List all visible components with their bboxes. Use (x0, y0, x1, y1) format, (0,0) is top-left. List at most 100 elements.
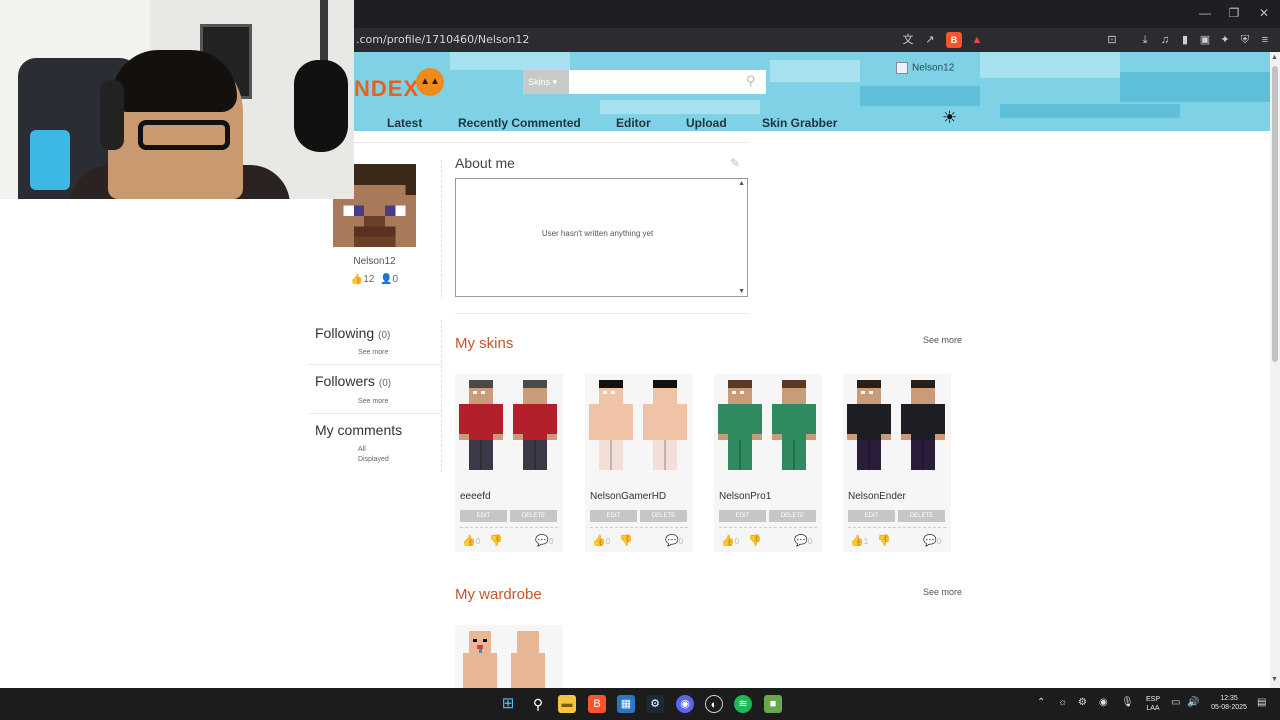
skin-delete-button[interactable]: DELETE (898, 510, 945, 522)
photos-icon[interactable]: ▦ (617, 695, 635, 713)
menu-icon[interactable]: ≡ (1257, 32, 1273, 48)
dislike-button[interactable]: 👎 (619, 534, 633, 547)
download-icon[interactable]: ⤓ (1137, 32, 1153, 48)
followers-heading[interactable]: Followers (0) (315, 373, 391, 389)
skin-preview[interactable] (714, 374, 822, 482)
brave-browser-icon[interactable]: B (588, 695, 606, 713)
ai-icon[interactable]: ✦ (1217, 32, 1233, 48)
edit-pencil-icon[interactable]: ✎ (730, 156, 740, 170)
discord-icon[interactable]: ◉ (676, 695, 694, 713)
followers-count-icon: 0 (392, 274, 399, 285)
dislike-button[interactable]: 👎 (489, 534, 503, 547)
like-button[interactable]: 👍0 (592, 534, 610, 547)
comments-button[interactable]: 💬0 (794, 534, 812, 547)
translate-icon[interactable]: 文 (900, 32, 916, 48)
dislike-button[interactable]: 👎 (877, 534, 891, 547)
nav-latest[interactable]: Latest (387, 116, 422, 130)
skin-preview[interactable] (585, 374, 693, 482)
nav-skin-grabber[interactable]: Skin Grabber (762, 116, 837, 130)
site-logo[interactable]: NDEX (354, 76, 419, 102)
my-skins-see-more[interactable]: See more (923, 335, 962, 345)
screenshot-icon[interactable]: ⊡ (1104, 32, 1120, 48)
start-windows-icon[interactable]: ⊞ (499, 695, 517, 713)
share-icon[interactable]: ↗ (922, 32, 938, 48)
close-icon[interactable]: ✕ (1249, 6, 1279, 20)
skin-edit-button[interactable]: EDIT (460, 510, 507, 522)
tray-overflow-icon[interactable]: ⌃ (1037, 697, 1045, 708)
network-icon[interactable]: ▭ (1171, 697, 1180, 708)
search-icon[interactable]: ⚲ (746, 73, 756, 89)
search-category-dropdown[interactable]: Skins ▾ (523, 70, 569, 94)
box-scroll-down-icon[interactable]: ▼ (738, 288, 745, 295)
pumpkin-logo-icon[interactable]: ▲▲ (416, 68, 444, 96)
wallet-icon[interactable]: ▣ (1197, 32, 1213, 48)
steam-icon[interactable]: ⚙ (646, 695, 664, 713)
tray-discord-icon[interactable]: ◉ (1099, 697, 1108, 708)
comments-filter-all[interactable]: All (358, 446, 366, 453)
vpn-shield-icon[interactable]: ⛨ (1237, 32, 1253, 48)
skin-preview[interactable] (843, 374, 951, 482)
like-button[interactable]: 👍1 (850, 534, 868, 547)
music-icon[interactable]: ♫ (1157, 32, 1173, 48)
about-me-box[interactable]: User hasn't written anything yet ▲ ▼ (455, 178, 748, 297)
nav-recently-commented[interactable]: Recently Commented (458, 116, 581, 130)
skin-name[interactable]: NelsonPro1 (719, 491, 771, 502)
nav-editor[interactable]: Editor (616, 116, 651, 130)
maximize-icon[interactable]: ❐ (1219, 6, 1249, 20)
comments-button[interactable]: 💬0 (535, 534, 553, 547)
skin-name[interactable]: NelsonGamerHD (590, 491, 666, 502)
brave-shield-icon[interactable]: B (946, 32, 962, 48)
minecraft-icon[interactable]: ■ (764, 695, 782, 713)
skin-card[interactable]: NelsonPro1 EDIT DELETE 👍0 👎 💬0 (714, 374, 822, 552)
obs-icon[interactable]: ◐ (705, 695, 723, 713)
skin-card[interactable]: NelsonGamerHD EDIT DELETE 👍0 👎 💬0 (585, 374, 693, 552)
skin-edit-button[interactable]: EDIT (590, 510, 637, 522)
skin-edit-button[interactable]: EDIT (719, 510, 766, 522)
following-see-more[interactable]: See more (358, 349, 388, 356)
skin-card[interactable]: eeeefd EDIT DELETE 👍0 👎 💬0 (455, 374, 563, 552)
comments-button[interactable]: 💬0 (923, 534, 941, 547)
tray-mic-icon[interactable]: 🎙 (1121, 697, 1134, 708)
theme-toggle-sun-icon[interactable]: ☀ (942, 108, 957, 128)
scroll-down-icon[interactable]: ▼ (1271, 676, 1278, 683)
wardrobe-skin-card[interactable] (455, 625, 563, 689)
skin-delete-button[interactable]: DELETE (510, 510, 557, 522)
user-menu[interactable]: Nelson12 (896, 62, 954, 74)
skin-delete-button[interactable]: DELETE (769, 510, 816, 522)
volume-icon[interactable]: 🔊 (1187, 697, 1199, 708)
search-input[interactable] (569, 70, 766, 94)
minimize-icon[interactable]: — (1190, 6, 1220, 20)
scroll-up-icon[interactable]: ▲ (1271, 54, 1278, 61)
page-scrollbar[interactable]: ▲ ▼ (1270, 52, 1280, 688)
skin-delete-button[interactable]: DELETE (640, 510, 687, 522)
following-heading[interactable]: Following (0) (315, 325, 390, 341)
avatar-image-icon (896, 62, 908, 74)
sidebar-icon[interactable]: ▮ (1177, 32, 1193, 48)
skin-preview[interactable] (455, 374, 563, 482)
notifications-icon[interactable]: ▤ (1257, 697, 1266, 708)
url-text[interactable]: .com/profile/1710460/Nelson12 (356, 33, 529, 46)
brave-rewards-icon[interactable]: ▲ (969, 32, 985, 48)
dislike-button[interactable]: 👎 (748, 534, 762, 547)
skin-name[interactable]: NelsonEnder (848, 491, 906, 502)
skin-card[interactable]: NelsonEnder EDIT DELETE 👍1 👎 💬0 (843, 374, 951, 552)
my-wardrobe-see-more[interactable]: See more (923, 587, 962, 597)
tray-steam-icon[interactable]: ⚙ (1078, 697, 1087, 708)
like-button[interactable]: 👍0 (721, 534, 739, 547)
spotify-icon[interactable]: ≋ (734, 695, 752, 713)
comments-filter-displayed[interactable]: Displayed (358, 456, 389, 463)
like-button[interactable]: 👍0 (462, 534, 480, 547)
scroll-thumb[interactable] (1272, 66, 1278, 362)
skin-edit-button[interactable]: EDIT (848, 510, 895, 522)
clock[interactable]: 12:35 05-08-2025 (1204, 694, 1254, 712)
box-scroll-up-icon[interactable]: ▲ (738, 180, 745, 187)
input-language[interactable]: ESP LAA (1142, 695, 1164, 713)
nav-upload[interactable]: Upload (686, 116, 727, 130)
comments-button[interactable]: 💬0 (665, 534, 683, 547)
skin-name[interactable]: eeeefd (460, 491, 491, 502)
like-count: 0 (605, 537, 611, 546)
file-explorer-icon[interactable]: ▬ (558, 695, 576, 713)
taskbar-search-icon[interactable]: ⚲ (529, 695, 547, 713)
followers-see-more[interactable]: See more (358, 398, 388, 405)
tray-app-icon[interactable]: ☼ (1058, 697, 1067, 708)
